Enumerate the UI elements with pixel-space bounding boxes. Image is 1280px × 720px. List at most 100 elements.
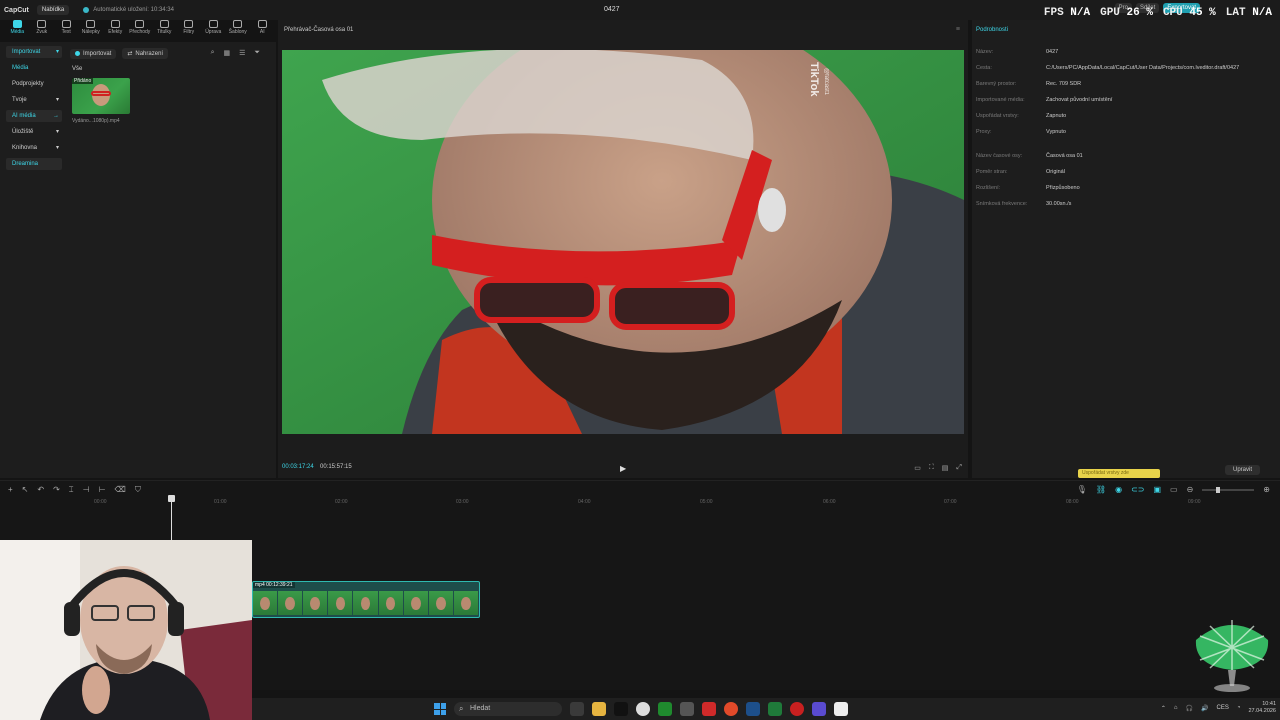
tiktok-icon[interactable]: [614, 702, 628, 716]
sidebar-item-subprojects[interactable]: Podprojekty: [6, 78, 62, 90]
playhead[interactable]: [168, 495, 175, 543]
crop-icon[interactable]: ⛶: [929, 464, 934, 472]
taskbar: Hledat ⌃ ⌂ 🎧 🔊 CES ◔ 10:4127.04.2026: [252, 698, 1280, 720]
sidebar-item-ai-media[interactable]: AI média →: [6, 110, 62, 122]
autosave-text: Automatické uložení: 10:34:34: [93, 7, 174, 13]
tab-adjust[interactable]: Úprava: [201, 20, 226, 42]
chrome-icon[interactable]: [724, 702, 738, 716]
trim-right-icon[interactable]: ⊢: [99, 485, 106, 495]
filter-icon[interactable]: ⏷: [254, 49, 260, 57]
timeline-ruler[interactable]: 00:00 01:00 02:00 03:00 04:00 05:00 06:0…: [0, 497, 1280, 509]
replace-button[interactable]: ⇄ Nahrazení: [122, 48, 169, 59]
taskbar-search[interactable]: Hledat: [454, 702, 562, 716]
undo-icon[interactable]: ↶: [37, 485, 44, 495]
opera-icon[interactable]: [702, 702, 716, 716]
audio-icon: [37, 20, 47, 28]
sidebar-item-yours[interactable]: Tvoje ▾: [6, 94, 62, 106]
language-indicator[interactable]: CES: [1217, 705, 1229, 711]
timeline-toolbar: + ↖ ↶ ↷ ⌶ ⊣ ⊢ ⌫ ⛉: [8, 485, 141, 495]
excel-icon[interactable]: [768, 702, 782, 716]
ratio-icon[interactable]: ▭: [914, 464, 921, 472]
player-view-controls: ▭ ⛶ ▤ ⤢: [914, 464, 962, 472]
tab-media[interactable]: Média: [5, 20, 30, 42]
chevron-up-icon[interactable]: ⌃: [1161, 705, 1166, 712]
discord-icon[interactable]: [812, 702, 826, 716]
menu-icon[interactable]: ≡: [956, 26, 960, 33]
sidebar-item-media[interactable]: Média: [6, 62, 62, 74]
chevron-down-icon: ▾: [55, 129, 59, 135]
steam-icon[interactable]: [746, 702, 760, 716]
task-view-icon[interactable]: [570, 702, 584, 716]
zoom-slider[interactable]: [1202, 486, 1255, 493]
grid-view-icon[interactable]: ▦: [223, 49, 230, 57]
media-view-controls: ⌕ ▦ ☰ ⏷: [211, 49, 260, 57]
folder-icon[interactable]: [592, 702, 606, 716]
tab-filters[interactable]: Filtry: [177, 20, 202, 42]
effects-icon: [110, 20, 120, 28]
video-preview[interactable]: TikTok @fatcast1: [282, 50, 964, 434]
media-sidebar: Importovat ▾ Média Podprojekty Tvoje ▾ AI …: [6, 46, 62, 174]
title-bar: CapCut Nabídka Automatické uložení: 10:3…: [0, 0, 1280, 20]
wifi-icon[interactable]: ◔: [1237, 705, 1241, 711]
zoom-fit-icon[interactable]: ⊕: [1263, 485, 1270, 494]
snap-icon[interactable]: ◉: [1115, 485, 1122, 494]
sidebar-item-import[interactable]: Importovat ▾: [6, 46, 62, 58]
current-timecode: 00:03:17:24: [282, 464, 314, 470]
split-icon[interactable]: ⌶: [69, 485, 74, 495]
captions-icon: [159, 20, 169, 28]
link-icon[interactable]: ⛓: [1096, 485, 1106, 494]
video-clip[interactable]: mp4 00:12:39:21: [252, 581, 480, 618]
opera-gx-icon[interactable]: [790, 702, 804, 716]
volume-icon[interactable]: 🔊: [1201, 705, 1208, 712]
headset-icon[interactable]: 🎧: [1186, 705, 1193, 712]
taskbar-clock[interactable]: 10:41 27.04.2026: [1248, 701, 1276, 715]
fullscreen-icon[interactable]: ⤢: [956, 464, 962, 472]
system-tray: ⌃ ⌂ 🎧 🔊 CES ◔ 10:41 27.04.2026: [1161, 701, 1276, 715]
tab-effects[interactable]: Efekty: [103, 20, 128, 42]
edit-button[interactable]: Upravit: [1224, 465, 1260, 475]
network-icon[interactable]: ⌂: [1174, 705, 1178, 711]
chatgpt-icon[interactable]: [636, 702, 650, 716]
tab-templates[interactable]: Šablony: [226, 20, 251, 42]
marker-icon[interactable]: ⛉: [135, 485, 141, 495]
webcam-image: [0, 540, 252, 720]
add-track-icon[interactable]: +: [8, 485, 13, 495]
clip-label: mp4 00:12:39:21: [253, 582, 295, 588]
import-button[interactable]: Importovat: [70, 48, 117, 59]
detail-row: Rozlišení: Přizpůsobeno: [976, 185, 1080, 191]
quality-icon[interactable]: ▤: [942, 464, 949, 472]
windows-start-icon[interactable]: [434, 703, 446, 715]
mic-icon[interactable]: 🎙: [1077, 485, 1087, 494]
import-icon: [75, 51, 80, 56]
redo-icon[interactable]: ↷: [53, 485, 60, 495]
xbox-icon[interactable]: [658, 702, 672, 716]
sidebar-item-storage[interactable]: Úložiště ▾: [6, 126, 62, 138]
tab-stickers[interactable]: Nálepky: [79, 20, 104, 42]
caption-icon[interactable]: ▭: [1170, 485, 1178, 494]
sort-icon[interactable]: ☰: [239, 49, 245, 57]
settings-icon[interactable]: [680, 702, 694, 716]
search-icon[interactable]: ⌕: [211, 49, 215, 57]
zoom-out-icon[interactable]: ⊖: [1187, 485, 1194, 494]
window-title: 0427: [604, 6, 620, 13]
tab-captions[interactable]: Titulky: [152, 20, 177, 42]
layer-notice-tooltip: Uspořádat vrstvy zde: [1078, 469, 1160, 478]
sidebar-item-dreamina[interactable]: Dreamina: [6, 158, 62, 170]
preview-axis-icon[interactable]: ▣: [1153, 485, 1161, 494]
details-panel: Podrobnosti Název: 0427 Cesta: C:/Users/PC…: [972, 20, 1280, 478]
sidebar-item-library[interactable]: Knihovna ▾: [6, 142, 62, 154]
tab-text[interactable]: Text: [54, 20, 79, 42]
delete-icon[interactable]: ⌫: [115, 485, 126, 495]
capcut-icon[interactable]: [834, 702, 848, 716]
desktop-lamp-widget: [1195, 620, 1269, 692]
menu-button[interactable]: Nabídka: [36, 5, 70, 15]
tab-ai[interactable]: AI: [250, 20, 275, 42]
select-tool-icon[interactable]: ↖: [22, 485, 29, 495]
play-icon[interactable]: ▶: [620, 464, 626, 473]
magnet-icon[interactable]: ⊂⊃: [1131, 485, 1144, 494]
tab-transitions[interactable]: Přechody: [128, 20, 153, 42]
trim-left-icon[interactable]: ⊣: [83, 485, 90, 495]
filter-all-label[interactable]: Vše: [72, 66, 82, 72]
perf-overlay: FPS N/A GPU 26 % CPU 45 % LAT N/A: [1044, 7, 1272, 19]
tab-audio[interactable]: Zvuk: [30, 20, 55, 42]
